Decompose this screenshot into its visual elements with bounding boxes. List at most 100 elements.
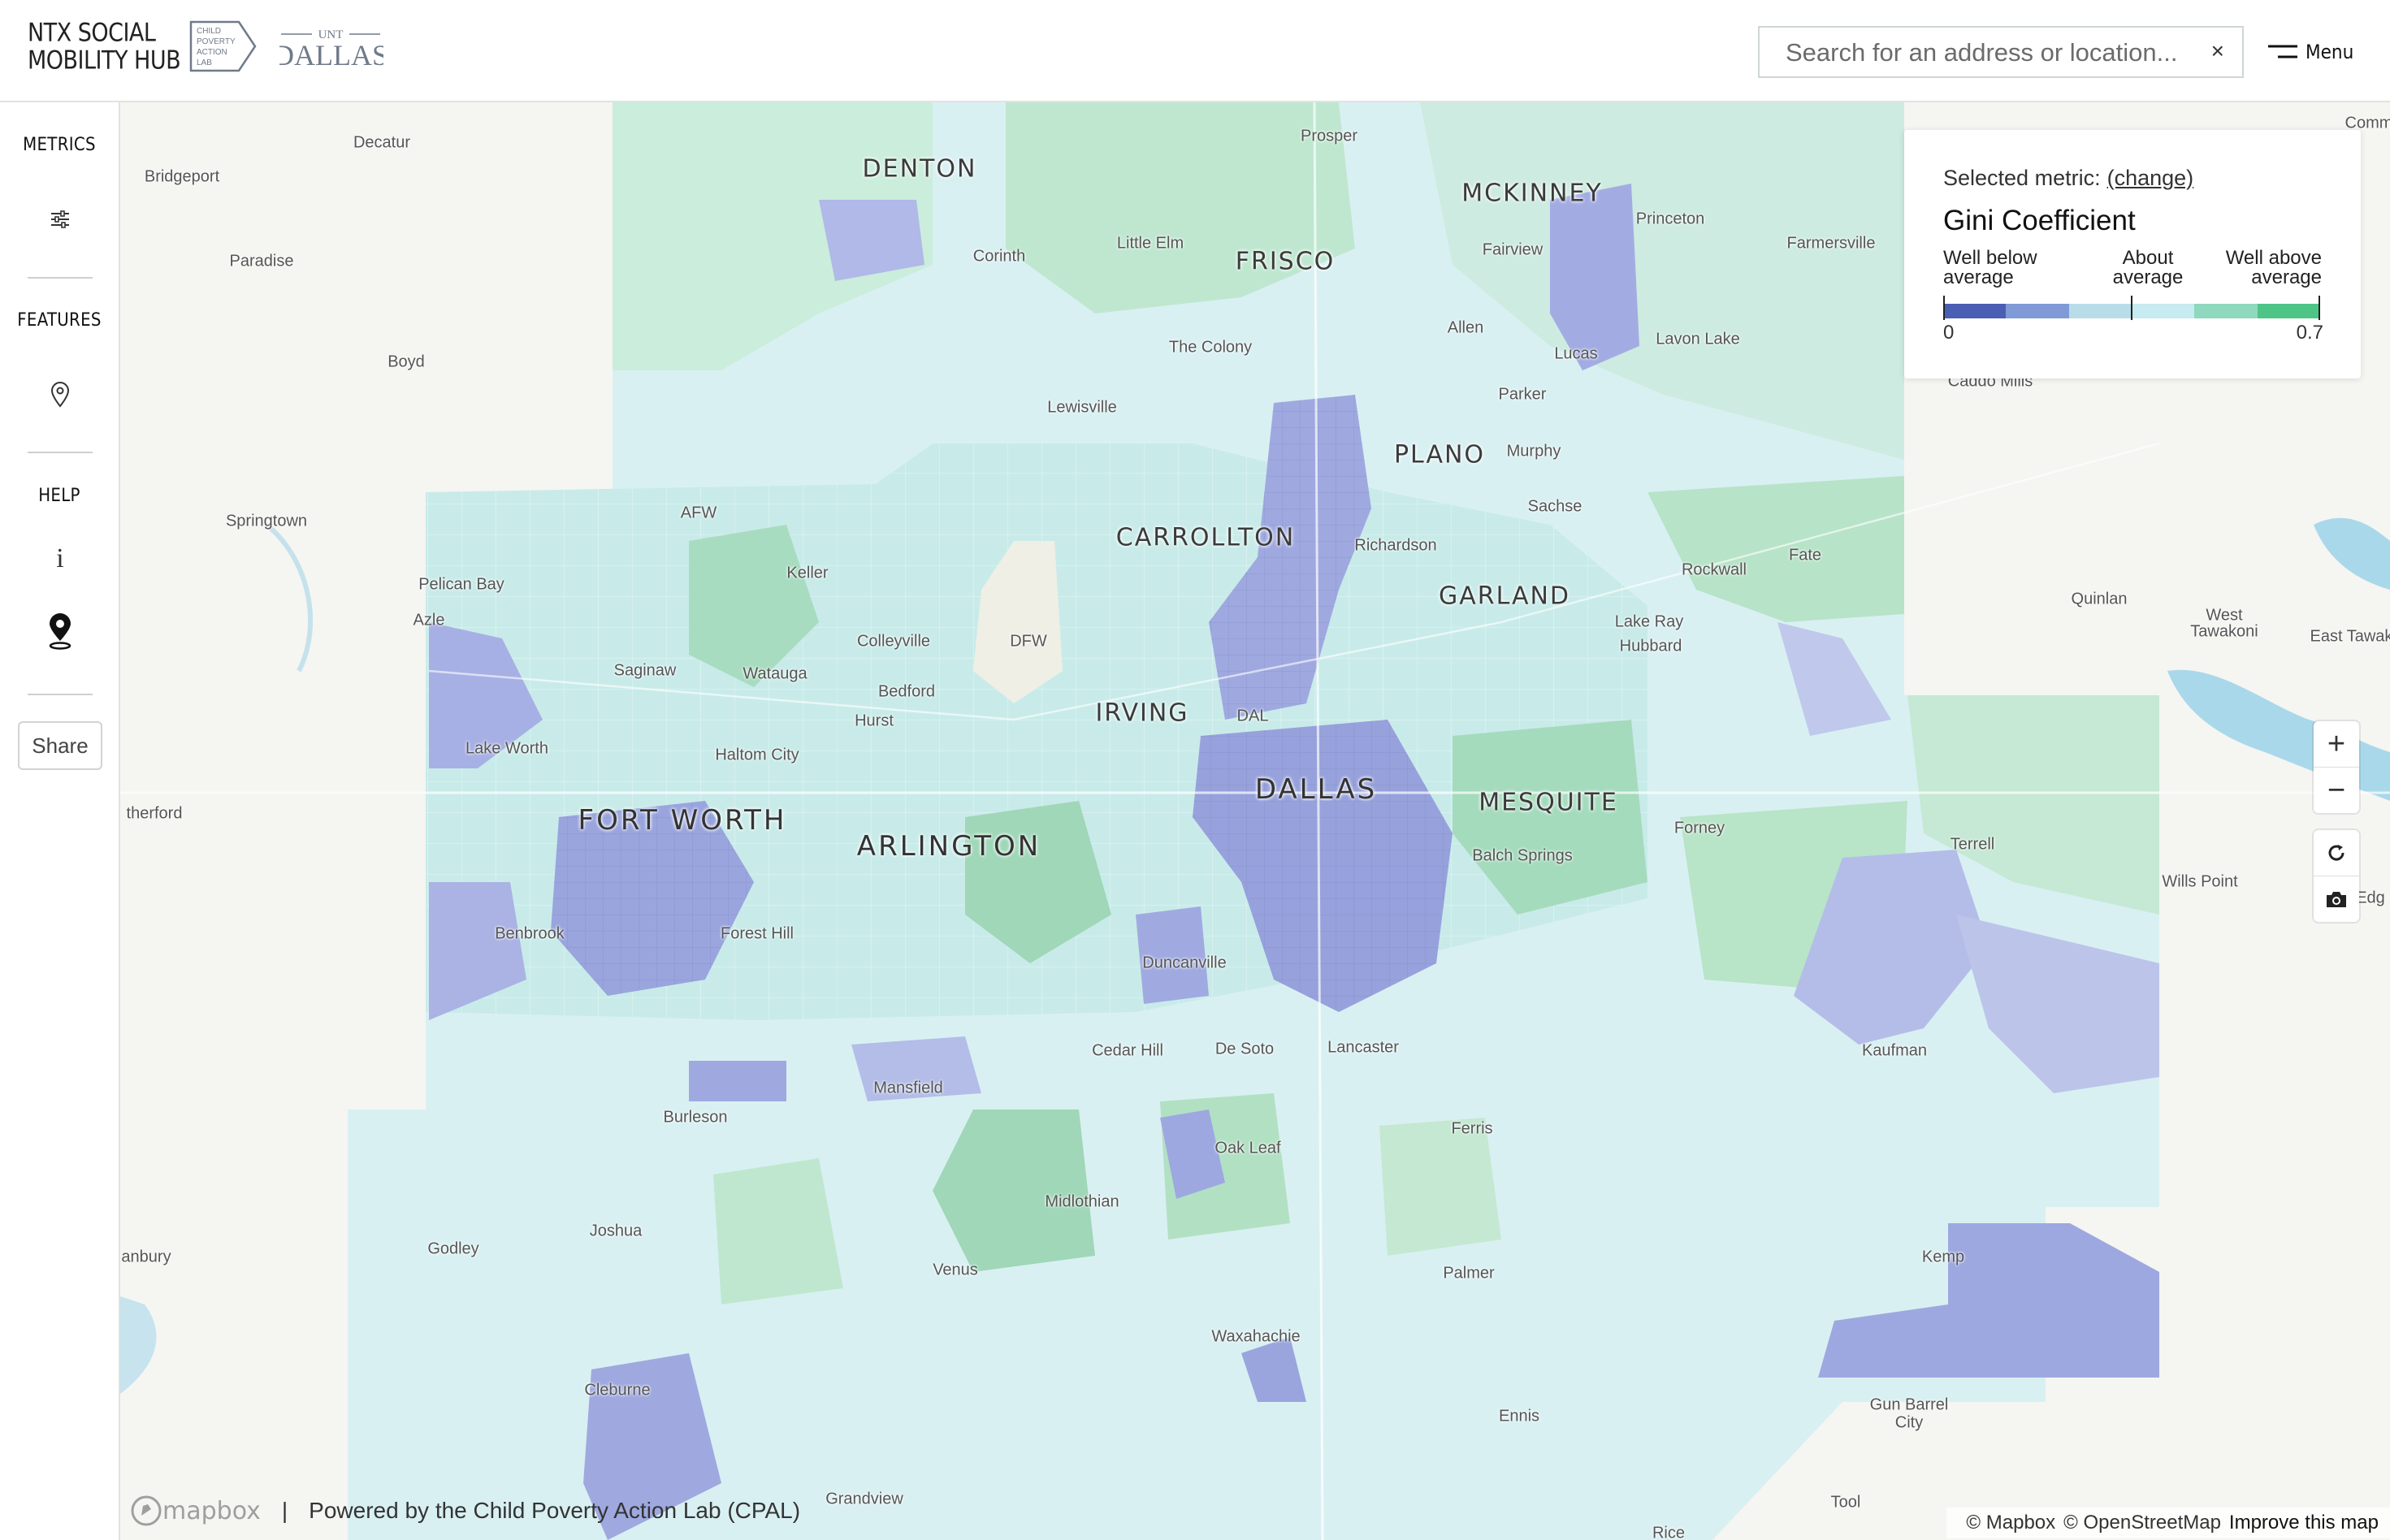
metrics-heading: METRICS <box>23 135 96 155</box>
place-label: Pelican Bay <box>418 575 504 594</box>
legend-about-label: About average <box>2091 249 2205 288</box>
place-label: Bedford <box>877 682 936 701</box>
place-label: Lake Ray <box>1614 612 1684 631</box>
place-label: Rockwall <box>1681 560 1747 579</box>
zoom-in-button[interactable]: + <box>2314 721 2359 767</box>
place-label: Mansfield <box>873 1079 943 1097</box>
place-label: Terrell <box>1950 835 1995 854</box>
reset-view-button[interactable] <box>2314 830 2359 876</box>
city-label: DALLAS <box>1254 773 1378 806</box>
legend-max-value: 0.7 <box>2296 322 2323 344</box>
place-label: City <box>1894 1413 1924 1432</box>
city-label: FRISCO <box>1235 247 1336 276</box>
legend-tick-mid <box>2131 296 2132 320</box>
search-clear-button[interactable]: × <box>2211 39 2224 63</box>
legend-swatch <box>2257 304 2320 318</box>
place-label: Hubbard <box>1619 637 1682 655</box>
selected-metric-row: Selected metric: (change) <box>1943 166 2193 191</box>
place-label: Decatur <box>353 133 411 152</box>
selected-metric-prefix: Selected metric: <box>1943 166 2101 190</box>
place-label: Gun Barrel <box>1869 1395 1949 1414</box>
place-label: Venus <box>933 1261 978 1279</box>
place-label: Princeton <box>1635 210 1705 228</box>
place-label: Godley <box>427 1239 479 1258</box>
unt-dallas-logo[interactable]: UNT DALLAS <box>279 24 383 70</box>
place-label: Sachse <box>1527 497 1583 516</box>
mapbox-credit-link[interactable]: © Mapbox <box>1966 1512 2055 1534</box>
mapbox-icon <box>131 1495 162 1526</box>
place-label: Ennis <box>1498 1407 1540 1425</box>
cpal-logo-line-2: POVERTY <box>197 37 236 46</box>
place-label: Colleyville <box>856 632 931 651</box>
legend-below-line-1: Well below <box>1943 247 2037 269</box>
place-label: Kemp <box>1921 1248 1965 1266</box>
improve-map-link[interactable]: Improve this map <box>2229 1512 2379 1534</box>
left-sidebar: METRICS FEATURES HELP i Share <box>0 102 120 1540</box>
features-heading: FEATURES <box>17 310 102 331</box>
map-marker-icon <box>49 613 71 650</box>
place-label: Little Elm <box>1116 234 1184 253</box>
menu-button[interactable]: Menu <box>2267 36 2353 68</box>
place-label: Paradise <box>229 252 294 270</box>
search-input[interactable] <box>1784 28 2202 78</box>
place-label: Farmersville <box>1786 234 1876 253</box>
place-label: Allen <box>1447 318 1484 337</box>
minus-icon: − <box>2327 773 2346 807</box>
search-box: × <box>1758 26 2244 78</box>
metrics-button[interactable] <box>41 200 80 239</box>
screenshot-button[interactable] <box>2314 876 2359 922</box>
place-label: Lucas <box>1554 344 1598 363</box>
zoom-controls: + − <box>2314 721 2359 813</box>
cpal-logo[interactable]: CHILD POVERTY ACTION LAB <box>188 19 258 73</box>
city-label: MESQUITE <box>1479 788 1618 817</box>
sliders-icon <box>51 210 69 228</box>
place-label: Palmer <box>1443 1264 1495 1283</box>
place-label: Richardson <box>1354 536 1437 555</box>
legend-swatch <box>2068 304 2132 318</box>
site-brand[interactable]: NTX SOCIAL MOBILITY HUB <box>28 18 181 76</box>
place-label: Joshua <box>589 1222 643 1240</box>
place-label: De Soto <box>1214 1040 1275 1058</box>
map-pin-outline-icon <box>50 382 70 408</box>
zoom-out-button[interactable]: − <box>2314 767 2359 813</box>
cpal-logo-line-1: CHILD <box>197 27 221 36</box>
osm-credit-link[interactable]: © OpenStreetMap <box>2063 1512 2221 1534</box>
mapbox-logo[interactable]: mapbox <box>130 1495 261 1527</box>
features-button[interactable] <box>41 375 80 414</box>
place-label: Hurst <box>855 712 894 730</box>
powered-by-text: Powered by the Child Poverty Action Lab … <box>309 1498 801 1523</box>
place-label: Forney <box>1673 819 1725 837</box>
attribution-right: © Mapbox © OpenStreetMap Improve this ma… <box>1946 1508 2390 1538</box>
place-label: Azle <box>413 611 445 629</box>
brand-line-1: NTX SOCIAL <box>28 18 156 49</box>
place-label: DAL <box>1236 707 1269 725</box>
cpal-logo-line-4: LAB <box>197 58 212 67</box>
city-label: CARROLLTON <box>1115 523 1296 552</box>
place-label: Cleburne <box>584 1381 651 1399</box>
place-label: Bridgeport <box>144 167 220 186</box>
place-label: Lewisville <box>1047 398 1117 417</box>
place-label: Rice <box>1652 1524 1686 1540</box>
place-label: Parker <box>1498 385 1547 404</box>
city-label: ARLINGTON <box>856 830 1041 863</box>
place-label: Lake Worth <box>465 739 548 758</box>
brand-line-2: MOBILITY HUB <box>28 45 181 76</box>
legend-tick-max <box>2319 296 2320 320</box>
place-label: Waxahachie <box>1211 1327 1301 1346</box>
change-metric-link[interactable]: (change) <box>2107 166 2194 190</box>
place-label: therford <box>126 804 183 823</box>
cpal-logo-line-3: ACTION <box>197 48 227 57</box>
info-button[interactable]: i <box>41 539 80 578</box>
tract-cluster <box>1379 1118 1501 1256</box>
camera-icon <box>2327 892 2346 907</box>
city-label: PLANO <box>1393 440 1486 469</box>
place-label: Duncanville <box>1142 954 1227 972</box>
place-label: Tool <box>1830 1493 1861 1512</box>
location-help-button[interactable] <box>41 612 80 651</box>
place-label: Ferris <box>1451 1119 1493 1138</box>
refresh-icon <box>2328 845 2345 861</box>
legend-swatch <box>2006 304 2069 318</box>
legend-below-line-2: average <box>1943 266 2014 288</box>
share-button[interactable]: Share <box>18 721 102 770</box>
place-label: Quinlan <box>2071 590 2128 608</box>
